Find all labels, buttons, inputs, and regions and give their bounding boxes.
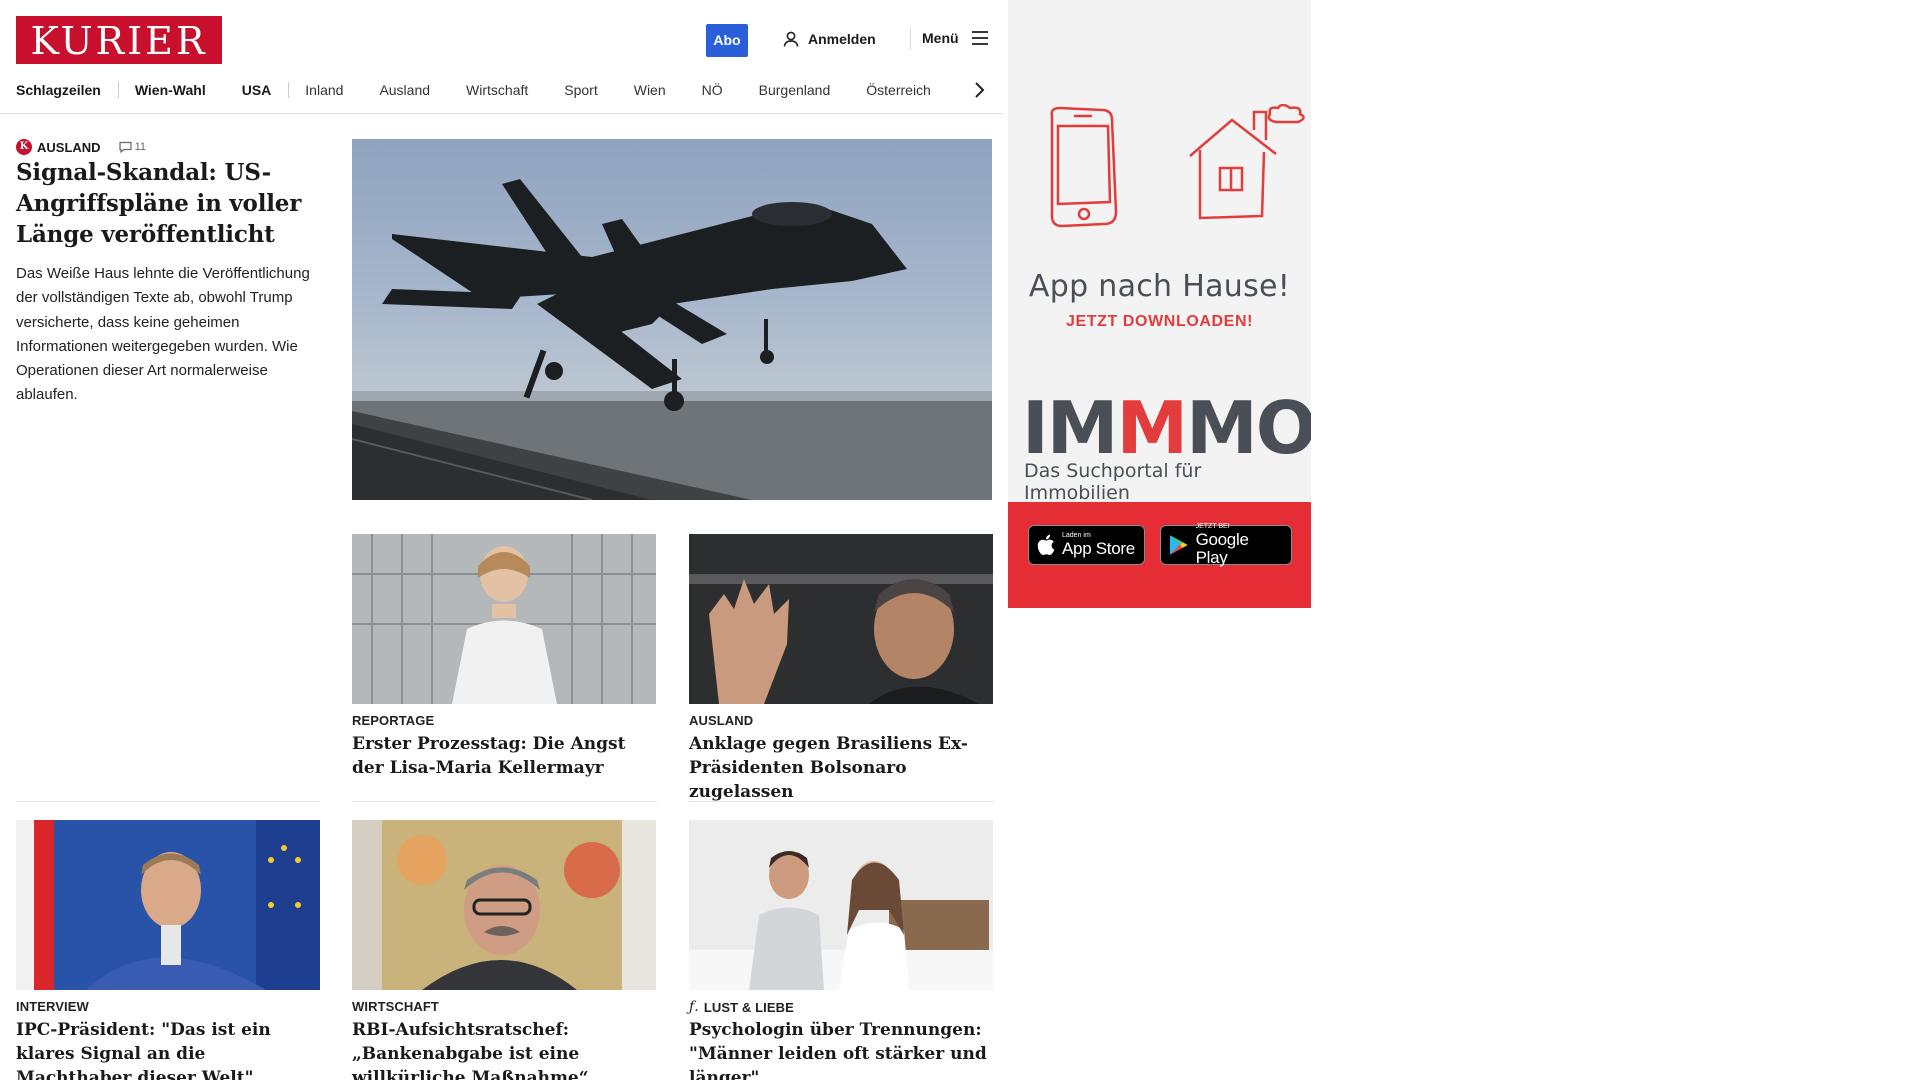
comment-icon <box>118 141 132 153</box>
card-headline[interactable]: Psychologin über Trennungen: "Männer lei… <box>689 1018 989 1080</box>
kurier-logo[interactable]: KURIER <box>16 16 222 64</box>
card-image-bolsonaro[interactable] <box>689 534 993 704</box>
immmo-logo-red-m: M <box>1116 386 1188 470</box>
menu-label: Menü <box>922 30 959 46</box>
immmo-logo-part: MO <box>1186 386 1311 470</box>
abo-button[interactable]: Abo <box>706 24 748 57</box>
house-icon <box>1189 104 1305 220</box>
section-nav: Schlagzeilen Wien-Wahl USA Inland Auslan… <box>16 80 931 100</box>
card-category-label: LUST & LIEBE <box>703 999 794 1015</box>
nav-divider <box>117 82 119 98</box>
comments-number: 11 <box>134 141 146 153</box>
card-image-kellermayr[interactable] <box>352 534 656 704</box>
card-image-rbi-chairman[interactable] <box>352 820 656 990</box>
nav-divider <box>288 82 290 98</box>
ad-headline: App nach Hause! <box>1028 269 1291 304</box>
lead-category[interactable]: AUSLAND <box>37 140 101 155</box>
kurier-badge-icon: K <box>16 139 32 155</box>
card-category[interactable]: INTERVIEW <box>16 999 89 1014</box>
ad-cta[interactable]: JETZT DOWNLOADEN! <box>1008 313 1311 331</box>
nav-item-ausland[interactable]: Ausland <box>379 82 430 98</box>
card-divider <box>689 801 994 802</box>
smartphone-icon <box>1050 106 1118 228</box>
immmo-logo-part: IM <box>1022 386 1118 470</box>
google-play-icon <box>1169 535 1188 555</box>
comments-count[interactable]: 11 <box>118 141 146 153</box>
card-category[interactable]: ƒ. LUST & LIEBE <box>689 999 794 1015</box>
nav-item-inland[interactable]: Inland <box>305 82 343 98</box>
login-button[interactable]: Anmelden <box>782 30 876 48</box>
nav-item-burgenland[interactable]: Burgenland <box>759 82 831 98</box>
nav-item-wien-wahl[interactable]: Wien-Wahl <box>135 82 206 98</box>
card-headline[interactable]: IPC-Präsident: "Das ist ein klares Signa… <box>16 1018 316 1080</box>
card-headline[interactable]: RBI-Aufsichtsratschef: „Bankenabgabe ist… <box>352 1018 652 1080</box>
apple-icon <box>1037 534 1055 556</box>
hamburger-icon <box>971 31 988 45</box>
app-store-text: Laden im App Store <box>1062 532 1135 558</box>
immmo-tagline: Das Suchportal für Immobilien <box>1024 460 1202 504</box>
lust-und-liebe-icon: ƒ. <box>689 999 699 1015</box>
nav-item-wien[interactable]: Wien <box>634 82 666 98</box>
card-headline[interactable]: Anklage gegen Brasiliens Ex-Präsidenten … <box>689 732 999 804</box>
header-divider <box>910 28 911 50</box>
lead-image-fighter-jet[interactable] <box>352 139 992 500</box>
menu-button[interactable]: Menü <box>922 30 989 46</box>
card-category[interactable]: REPORTAGE <box>352 713 434 728</box>
nav-item-usa[interactable]: USA <box>242 82 272 98</box>
card-category[interactable]: AUSLAND <box>689 713 753 728</box>
app-store-big-label: App Store <box>1062 539 1135 558</box>
card-headline[interactable]: Erster Prozesstag: Die Angst der Lisa-Ma… <box>352 732 652 780</box>
user-icon <box>783 31 799 47</box>
nav-item-sport[interactable]: Sport <box>564 82 597 98</box>
google-play-text: JETZT BEI Google Play <box>1196 523 1283 567</box>
app-store-button[interactable]: Laden im App Store <box>1028 525 1145 565</box>
nav-item-noe[interactable]: NÖ <box>702 82 723 98</box>
header-divider-line <box>0 113 1003 114</box>
immmo-logo: IMMMO <box>1022 392 1311 464</box>
nav-item-wirtschaft[interactable]: Wirtschaft <box>466 82 528 98</box>
google-play-big-label: Google Play <box>1195 530 1249 567</box>
card-image-ipc-president[interactable] <box>16 820 320 990</box>
google-play-button[interactable]: JETZT BEI Google Play <box>1160 523 1292 567</box>
lead-meta: K AUSLAND 11 <box>16 139 146 155</box>
lead-headline[interactable]: Signal-Skandal: US-Angriffspläne in voll… <box>16 157 316 250</box>
card-category[interactable]: WIRTSCHAFT <box>352 999 439 1014</box>
chevron-right-icon[interactable] <box>972 80 986 100</box>
card-image-couple[interactable] <box>689 820 993 990</box>
lead-teaser: Das Weiße Haus lehnte die Veröffentlichu… <box>16 265 310 404</box>
login-label: Anmelden <box>808 31 876 47</box>
immmo-advertisement[interactable]: App nach Hause! JETZT DOWNLOADEN! IMMMO … <box>1008 0 1311 608</box>
nav-item-schlagzeilen[interactable]: Schlagzeilen <box>16 82 101 98</box>
card-divider <box>16 801 320 802</box>
nav-item-oesterreich[interactable]: Österreich <box>866 82 931 98</box>
card-divider <box>352 801 657 802</box>
